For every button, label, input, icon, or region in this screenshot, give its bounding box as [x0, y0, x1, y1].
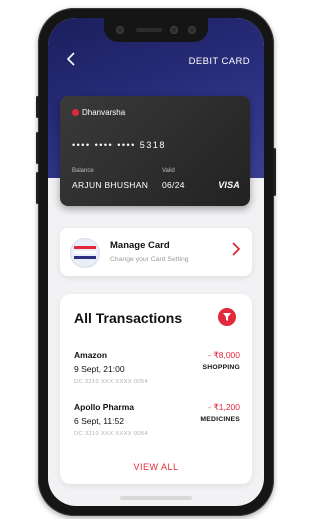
sensor-dot: [188, 26, 196, 34]
filter-icon: [223, 313, 231, 321]
merchant-name: Apollo Pharma: [74, 402, 134, 412]
side-button: [36, 96, 39, 118]
transaction-account: DC 3210 XXX XXXX 0054: [74, 379, 148, 385]
merchant-name: Amazon: [74, 350, 108, 360]
visa-logo: VISA: [218, 180, 240, 190]
transactions-panel: All Transactions Amazon - ₹8,000 9 Sept,…: [60, 294, 252, 484]
valid-date: 06/24: [162, 180, 185, 190]
sensor-dot: [170, 26, 178, 34]
app-screen: DEBIT CARD Dhanvarsha •••• •••• •••• 531…: [48, 18, 264, 506]
back-button[interactable]: [62, 52, 80, 70]
page-title: DEBIT CARD: [188, 56, 250, 67]
manage-card-button[interactable]: Manage Card Change your Card Setting: [60, 228, 252, 276]
transaction-amount: - ₹1,200: [208, 402, 240, 412]
camera-dot: [116, 26, 124, 34]
card-number: •••• •••• •••• 5318: [72, 140, 166, 150]
power-button: [273, 148, 276, 196]
transaction-datetime: 9 Sept, 21:00: [74, 364, 125, 374]
speaker-grille: [136, 28, 162, 32]
bank-logo-icon: [72, 109, 79, 116]
phone-frame: DEBIT CARD Dhanvarsha •••• •••• •••• 531…: [36, 8, 276, 516]
volume-up-button: [36, 132, 39, 164]
manage-card-subtitle: Change your Card Setting: [110, 256, 189, 263]
transactions-title: All Transactions: [74, 310, 183, 326]
balance-label: Balance: [72, 168, 94, 174]
chevron-right-icon: [232, 242, 241, 259]
phone-notch: [104, 18, 208, 42]
transaction-amount: - ₹8,000: [208, 350, 240, 360]
home-indicator[interactable]: [120, 496, 192, 500]
valid-label: Valid: [162, 168, 175, 174]
bank-brand: Dhanvarsha: [72, 108, 125, 117]
view-all-button[interactable]: VIEW ALL: [60, 462, 252, 472]
debit-card[interactable]: Dhanvarsha •••• •••• •••• 5318 Balance A…: [60, 96, 250, 206]
transaction-category: MEDICINES: [200, 416, 240, 423]
transaction-category: SHOPPING: [202, 364, 240, 371]
transaction-account: DC 3210 XXX XXXX 0054: [74, 431, 148, 437]
bank-name: Dhanvarsha: [82, 108, 126, 117]
cardholder-name: ARJUN BHUSHAN: [72, 180, 149, 190]
transaction-datetime: 6 Sept, 11:52: [74, 416, 124, 426]
filter-button[interactable]: [218, 308, 236, 326]
manage-card-title: Manage Card: [110, 240, 170, 251]
card-stack-icon: [70, 238, 100, 268]
chevron-left-icon: [66, 52, 75, 66]
volume-down-button: [36, 172, 39, 204]
